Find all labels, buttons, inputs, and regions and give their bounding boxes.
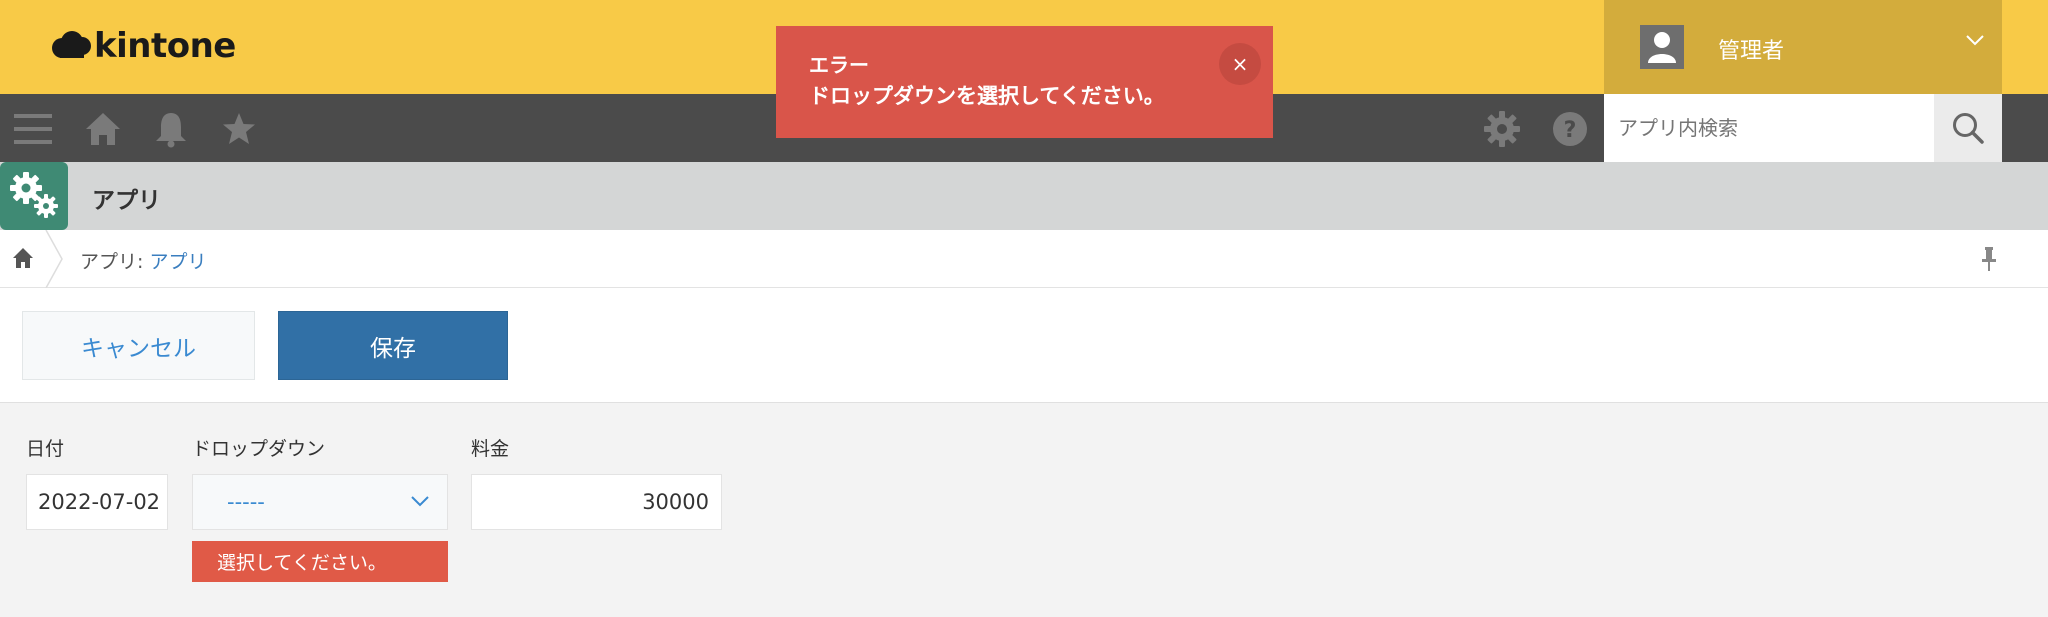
app-header: アプリ xyxy=(0,162,2048,230)
fee-field[interactable]: 30000 xyxy=(471,474,722,530)
search-icon xyxy=(1953,113,1984,144)
record-action-bar: キャンセル 保存 xyxy=(0,288,2048,403)
error-notification: エラー ドロップダウンを選択してください。 × xyxy=(776,26,1273,138)
gears-icon xyxy=(10,172,58,218)
error-title: エラー xyxy=(809,53,869,77)
star-icon[interactable] xyxy=(218,108,260,150)
breadcrumb-path: アプリ: アプリ xyxy=(80,247,206,274)
dropdown-label: ドロップダウン xyxy=(192,438,326,460)
search-input[interactable] xyxy=(1604,94,1934,162)
chevron-down-icon xyxy=(411,496,429,507)
gear-icon[interactable] xyxy=(1481,108,1523,150)
cloud-icon xyxy=(52,31,91,58)
date-field[interactable]: 2022-07-02 xyxy=(26,474,168,530)
avatar xyxy=(1640,25,1684,69)
user-menu[interactable]: 管理者 xyxy=(1604,0,2002,94)
date-label: 日付 xyxy=(26,438,65,460)
save-button[interactable]: 保存 xyxy=(278,311,508,380)
breadcrumb-home-icon[interactable] xyxy=(12,247,34,273)
error-message: ドロップダウンを選択してください。 xyxy=(809,84,1165,108)
dropdown-error-message: 選択してください。 xyxy=(192,541,448,582)
fee-label: 料金 xyxy=(471,438,510,460)
app-title: アプリ xyxy=(92,188,161,214)
bell-icon[interactable] xyxy=(150,108,192,150)
breadcrumb: アプリ: アプリ xyxy=(0,230,2048,288)
logo-text: kintone xyxy=(94,26,236,66)
dropdown-value: ----- xyxy=(227,490,265,514)
breadcrumb-app-link[interactable]: アプリ xyxy=(149,251,206,273)
menu-icon[interactable] xyxy=(12,108,54,150)
cancel-button[interactable]: キャンセル xyxy=(22,311,255,380)
kintone-logo[interactable]: kintone xyxy=(50,26,236,66)
close-button[interactable]: × xyxy=(1219,43,1261,85)
user-name: 管理者 xyxy=(1718,39,1785,64)
home-icon[interactable] xyxy=(82,108,124,150)
fee-value: 30000 xyxy=(642,490,709,514)
help-icon[interactable]: ? xyxy=(1549,108,1591,150)
user-icon xyxy=(1648,32,1676,63)
breadcrumb-separator xyxy=(45,230,63,288)
app-icon[interactable] xyxy=(0,162,68,230)
pin-icon[interactable] xyxy=(1980,246,1998,276)
chevron-down-icon xyxy=(1966,35,1984,46)
breadcrumb-prefix: アプリ: xyxy=(80,251,144,273)
dropdown-select[interactable]: ----- xyxy=(192,474,448,530)
date-value: 2022-07-02 xyxy=(38,490,161,514)
search-button[interactable] xyxy=(1934,94,2002,162)
svg-text:?: ? xyxy=(1564,118,1577,143)
